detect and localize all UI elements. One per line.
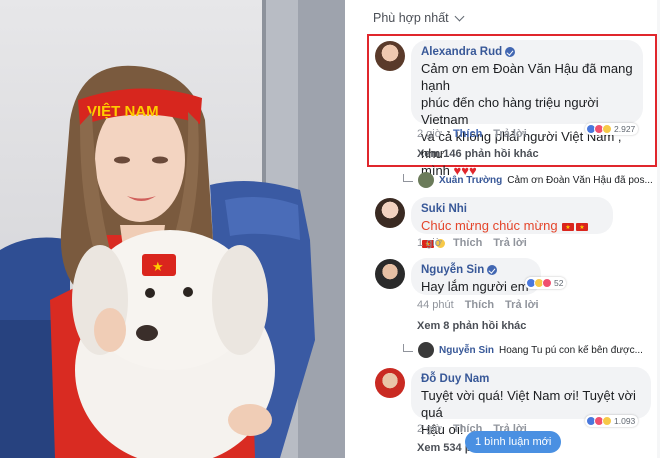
sub-reply-author[interactable]: Xuân Trường <box>439 175 502 186</box>
reaction-count: 1.093 <box>614 416 636 426</box>
comment-actions: 1 giờ Thích Trả lời <box>417 237 527 249</box>
author-name[interactable]: Đỗ Duy Nam <box>421 373 489 385</box>
love-reaction-icon <box>542 278 552 288</box>
haha-reaction-icon <box>602 416 612 426</box>
post-photo[interactable]: VIỆT NAM ★ <box>0 0 345 458</box>
reply-button[interactable]: Trả lời <box>505 299 539 311</box>
comment-actions: 44 phút Thích Trả lời <box>417 299 539 311</box>
comment-author[interactable]: Alexandra Rud <box>421 46 633 58</box>
comments-panel: Phù hợp nhất Alexandra Rud Cảm ơn em Đoà… <box>345 0 660 458</box>
haha-reaction-icon <box>602 124 612 134</box>
verified-badge-icon <box>505 47 516 57</box>
chevron-down-icon <box>454 11 465 21</box>
comment-text: Hay lắm người em <box>421 279 529 294</box>
sub-reply-text: Cảm ơn Đoàn Văn Hậu đã pos... <box>507 174 653 186</box>
author-name[interactable]: Suki Nhi <box>421 203 467 215</box>
comment-text-line: Chúc mừng chúc mừng <box>421 218 558 233</box>
author-name[interactable]: Alexandra Rud <box>421 46 502 58</box>
timestamp[interactable]: 2 giờ <box>417 423 442 435</box>
avatar <box>418 342 434 358</box>
comment-bubble: Đỗ Duy Nam Tuyệt vời quá! Việt Nam ơi! T… <box>411 367 651 437</box>
sort-dropdown[interactable]: Phù hợp nhất <box>373 11 465 25</box>
reaction-summary[interactable]: 52 <box>525 277 567 289</box>
like-button[interactable]: Thích <box>453 128 482 140</box>
view-replies-link[interactable]: Xem 146 phản hồi khác <box>417 148 539 160</box>
reply-button[interactable]: Trả lời <box>493 128 527 140</box>
avatar <box>418 172 434 188</box>
new-comment-button[interactable]: 1 bình luận mới <box>465 431 562 453</box>
comment-actions: 2 giờ Thích Trả lời <box>417 128 527 140</box>
comment-bubble: Nguyễn Sin Hay lắm người em <box>411 258 541 295</box>
vietnam-flag-icon <box>576 220 589 237</box>
reply-arrow-icon <box>403 344 413 352</box>
like-button[interactable]: Thích <box>465 299 494 311</box>
comment-author[interactable]: Suki Nhi <box>421 203 603 215</box>
comment-author[interactable]: Nguyễn Sin <box>421 264 531 276</box>
avatar[interactable] <box>375 259 405 289</box>
comment-text-line: Cảm ơn em Đoàn Văn Hậu đã mang hạnh <box>421 61 633 93</box>
comment-author[interactable]: Đỗ Duy Nam <box>421 373 641 385</box>
photo-illustration: VIỆT NAM ★ <box>0 0 345 458</box>
sub-reply-text: Hoang Tu pú con kế bên được... <box>499 344 643 356</box>
timestamp[interactable]: 44 phút <box>417 299 454 311</box>
avatar[interactable] <box>375 198 405 228</box>
timestamp[interactable]: 1 giờ <box>417 237 442 249</box>
avatar[interactable] <box>375 41 405 71</box>
reply-button[interactable]: Trả lời <box>493 237 527 249</box>
avatar[interactable] <box>375 368 405 398</box>
comment-bubble: Alexandra Rud Cảm ơn em Đoàn Văn Hậu đã … <box>411 40 643 178</box>
sub-reply-preview[interactable]: Nguyễn Sin Hoang Tu pú con kế bên được..… <box>403 342 643 358</box>
verified-badge-icon <box>487 265 498 275</box>
sort-label: Phù hợp nhất <box>373 11 449 25</box>
timestamp[interactable]: 2 giờ <box>417 128 442 140</box>
vietnam-flag-icon <box>562 220 575 237</box>
reaction-count: 2.927 <box>614 124 636 134</box>
sub-reply-author[interactable]: Nguyễn Sin <box>439 345 494 356</box>
reaction-count: 52 <box>554 278 564 288</box>
like-button[interactable]: Thích <box>453 237 482 249</box>
svg-text:★: ★ <box>152 260 164 275</box>
headband-text: VIỆT NAM <box>87 102 159 120</box>
reaction-summary[interactable]: 1.093 <box>585 415 639 427</box>
reaction-summary[interactable]: 2.927 <box>585 123 639 135</box>
author-name[interactable]: Nguyễn Sin <box>421 264 484 276</box>
view-replies-link[interactable]: Xem 534 p <box>417 442 471 454</box>
comment-bubble: Suki Nhi Chúc mừng chúc mừng <box>411 197 613 254</box>
comment-text: Cảm ơn em Đoàn Văn Hậu đã mang hạnh phúc… <box>421 60 633 179</box>
reply-arrow-icon <box>403 174 413 182</box>
view-replies-link[interactable]: Xem 8 phản hồi khác <box>417 320 526 332</box>
sub-reply-preview[interactable]: Xuân Trường Cảm ơn Đoàn Văn Hậu đã pos..… <box>403 172 653 188</box>
